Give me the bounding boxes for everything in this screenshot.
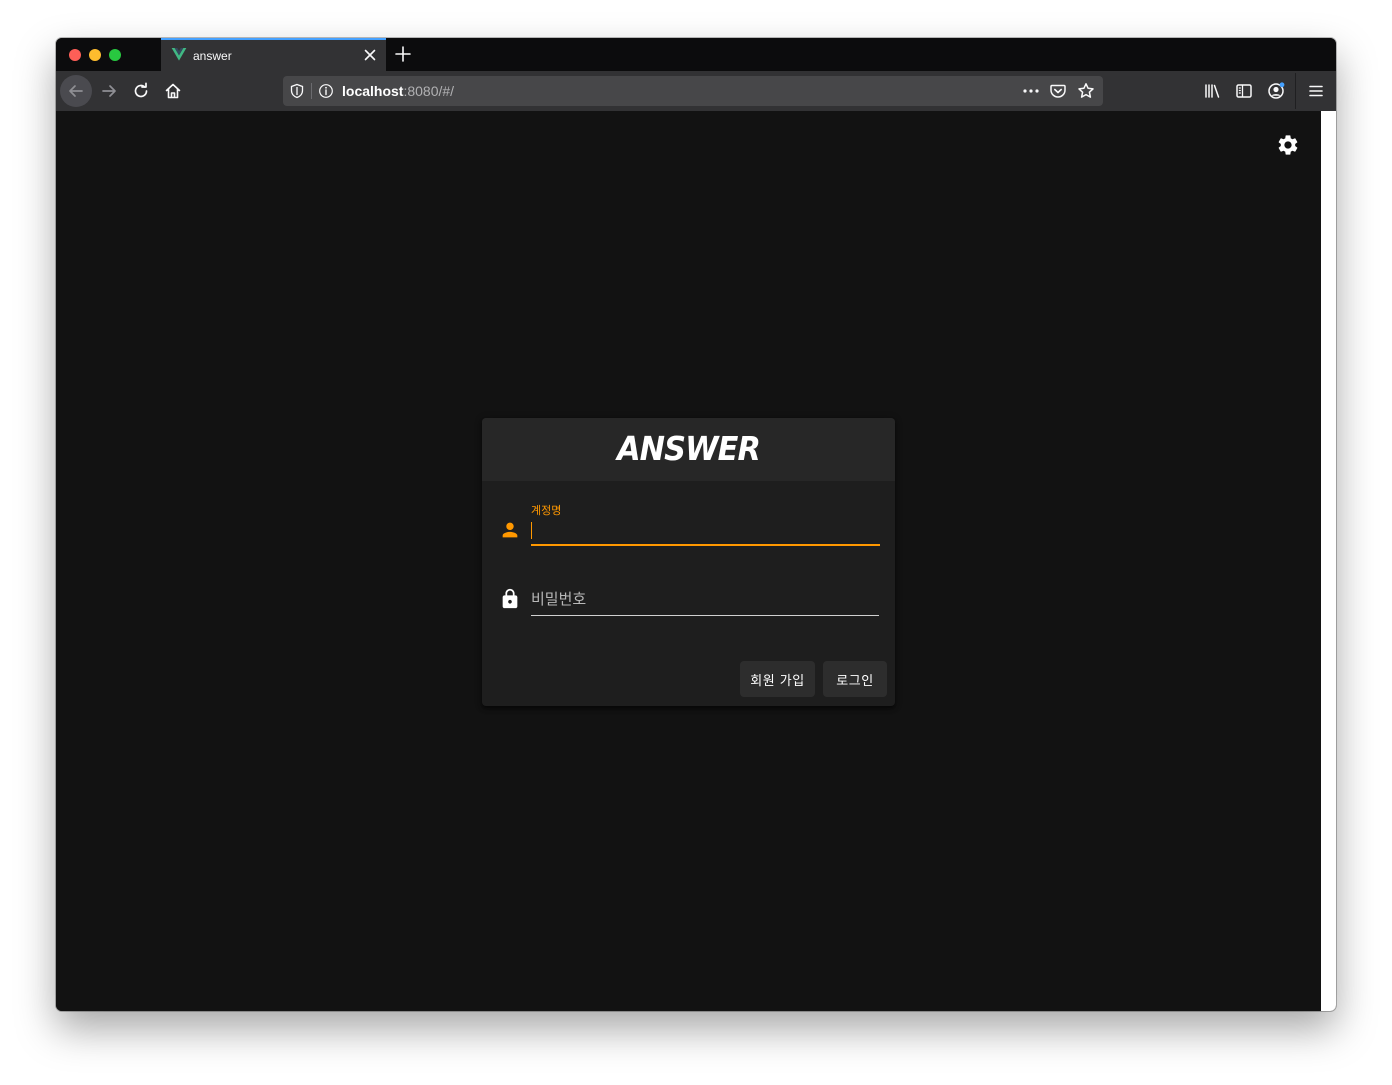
reload-button[interactable] xyxy=(125,75,157,107)
browser-tab[interactable]: answer xyxy=(161,38,386,71)
url-bar[interactable]: localhost:8080/#/ xyxy=(283,76,1103,106)
nav-toolbar: localhost:8080/#/ xyxy=(56,71,1336,111)
library-icon[interactable] xyxy=(1203,82,1221,100)
close-tab-icon[interactable] xyxy=(362,47,378,63)
gear-icon[interactable] xyxy=(1276,133,1300,157)
arrow-left-icon xyxy=(69,85,83,97)
url-host: localhost xyxy=(342,83,404,99)
account-icon[interactable] xyxy=(1267,82,1285,100)
arrow-right-icon xyxy=(102,85,116,97)
pocket-icon[interactable] xyxy=(1049,82,1067,100)
lock-icon xyxy=(502,588,518,609)
bookmark-star-icon[interactable] xyxy=(1077,82,1095,100)
login-card: ANSWER 계정명 회원 가입 로그인 xyxy=(482,418,895,706)
shield-icon[interactable] xyxy=(289,83,305,99)
username-label: 계정명 xyxy=(531,505,562,517)
user-icon xyxy=(502,522,518,538)
reload-icon xyxy=(134,82,148,98)
tab-title: answer xyxy=(193,49,232,63)
toolbar-separator xyxy=(1295,73,1296,109)
app-logo: ANSWER xyxy=(617,429,761,468)
new-tab-icon[interactable] xyxy=(394,45,412,63)
home-icon xyxy=(165,83,181,99)
close-window-button[interactable] xyxy=(69,49,81,61)
tab-strip: answer xyxy=(56,38,1336,71)
url-path: :8080/#/ xyxy=(403,83,455,99)
signup-button[interactable]: 회원 가입 xyxy=(740,661,815,697)
minimize-window-button[interactable] xyxy=(89,49,101,61)
page-scrollbar[interactable] xyxy=(1321,111,1336,1011)
maximize-window-button[interactable] xyxy=(109,49,121,61)
url-text[interactable]: localhost:8080/#/ xyxy=(342,83,454,99)
info-icon[interactable] xyxy=(318,83,334,99)
back-button[interactable] xyxy=(60,75,92,107)
vue-logo-icon xyxy=(171,48,187,61)
password-input[interactable] xyxy=(531,587,880,611)
url-separator xyxy=(311,83,312,99)
browser-window: answer localhost:8080/#/ ANSWER 계정명 회원 가… xyxy=(56,38,1336,1011)
home-button[interactable] xyxy=(157,75,189,107)
hamburger-menu-icon[interactable] xyxy=(1307,82,1325,100)
username-input[interactable] xyxy=(531,519,880,543)
page-content: ANSWER 계정명 회원 가입 로그인 xyxy=(56,111,1321,1011)
login-button[interactable]: 로그인 xyxy=(823,661,887,697)
more-actions-icon[interactable] xyxy=(1021,83,1041,99)
forward-button[interactable] xyxy=(93,75,125,107)
card-header: ANSWER xyxy=(482,418,895,481)
sidebar-toggle-icon[interactable] xyxy=(1235,82,1253,100)
password-underline xyxy=(531,615,879,616)
username-underline xyxy=(531,544,880,546)
text-caret xyxy=(531,522,532,539)
